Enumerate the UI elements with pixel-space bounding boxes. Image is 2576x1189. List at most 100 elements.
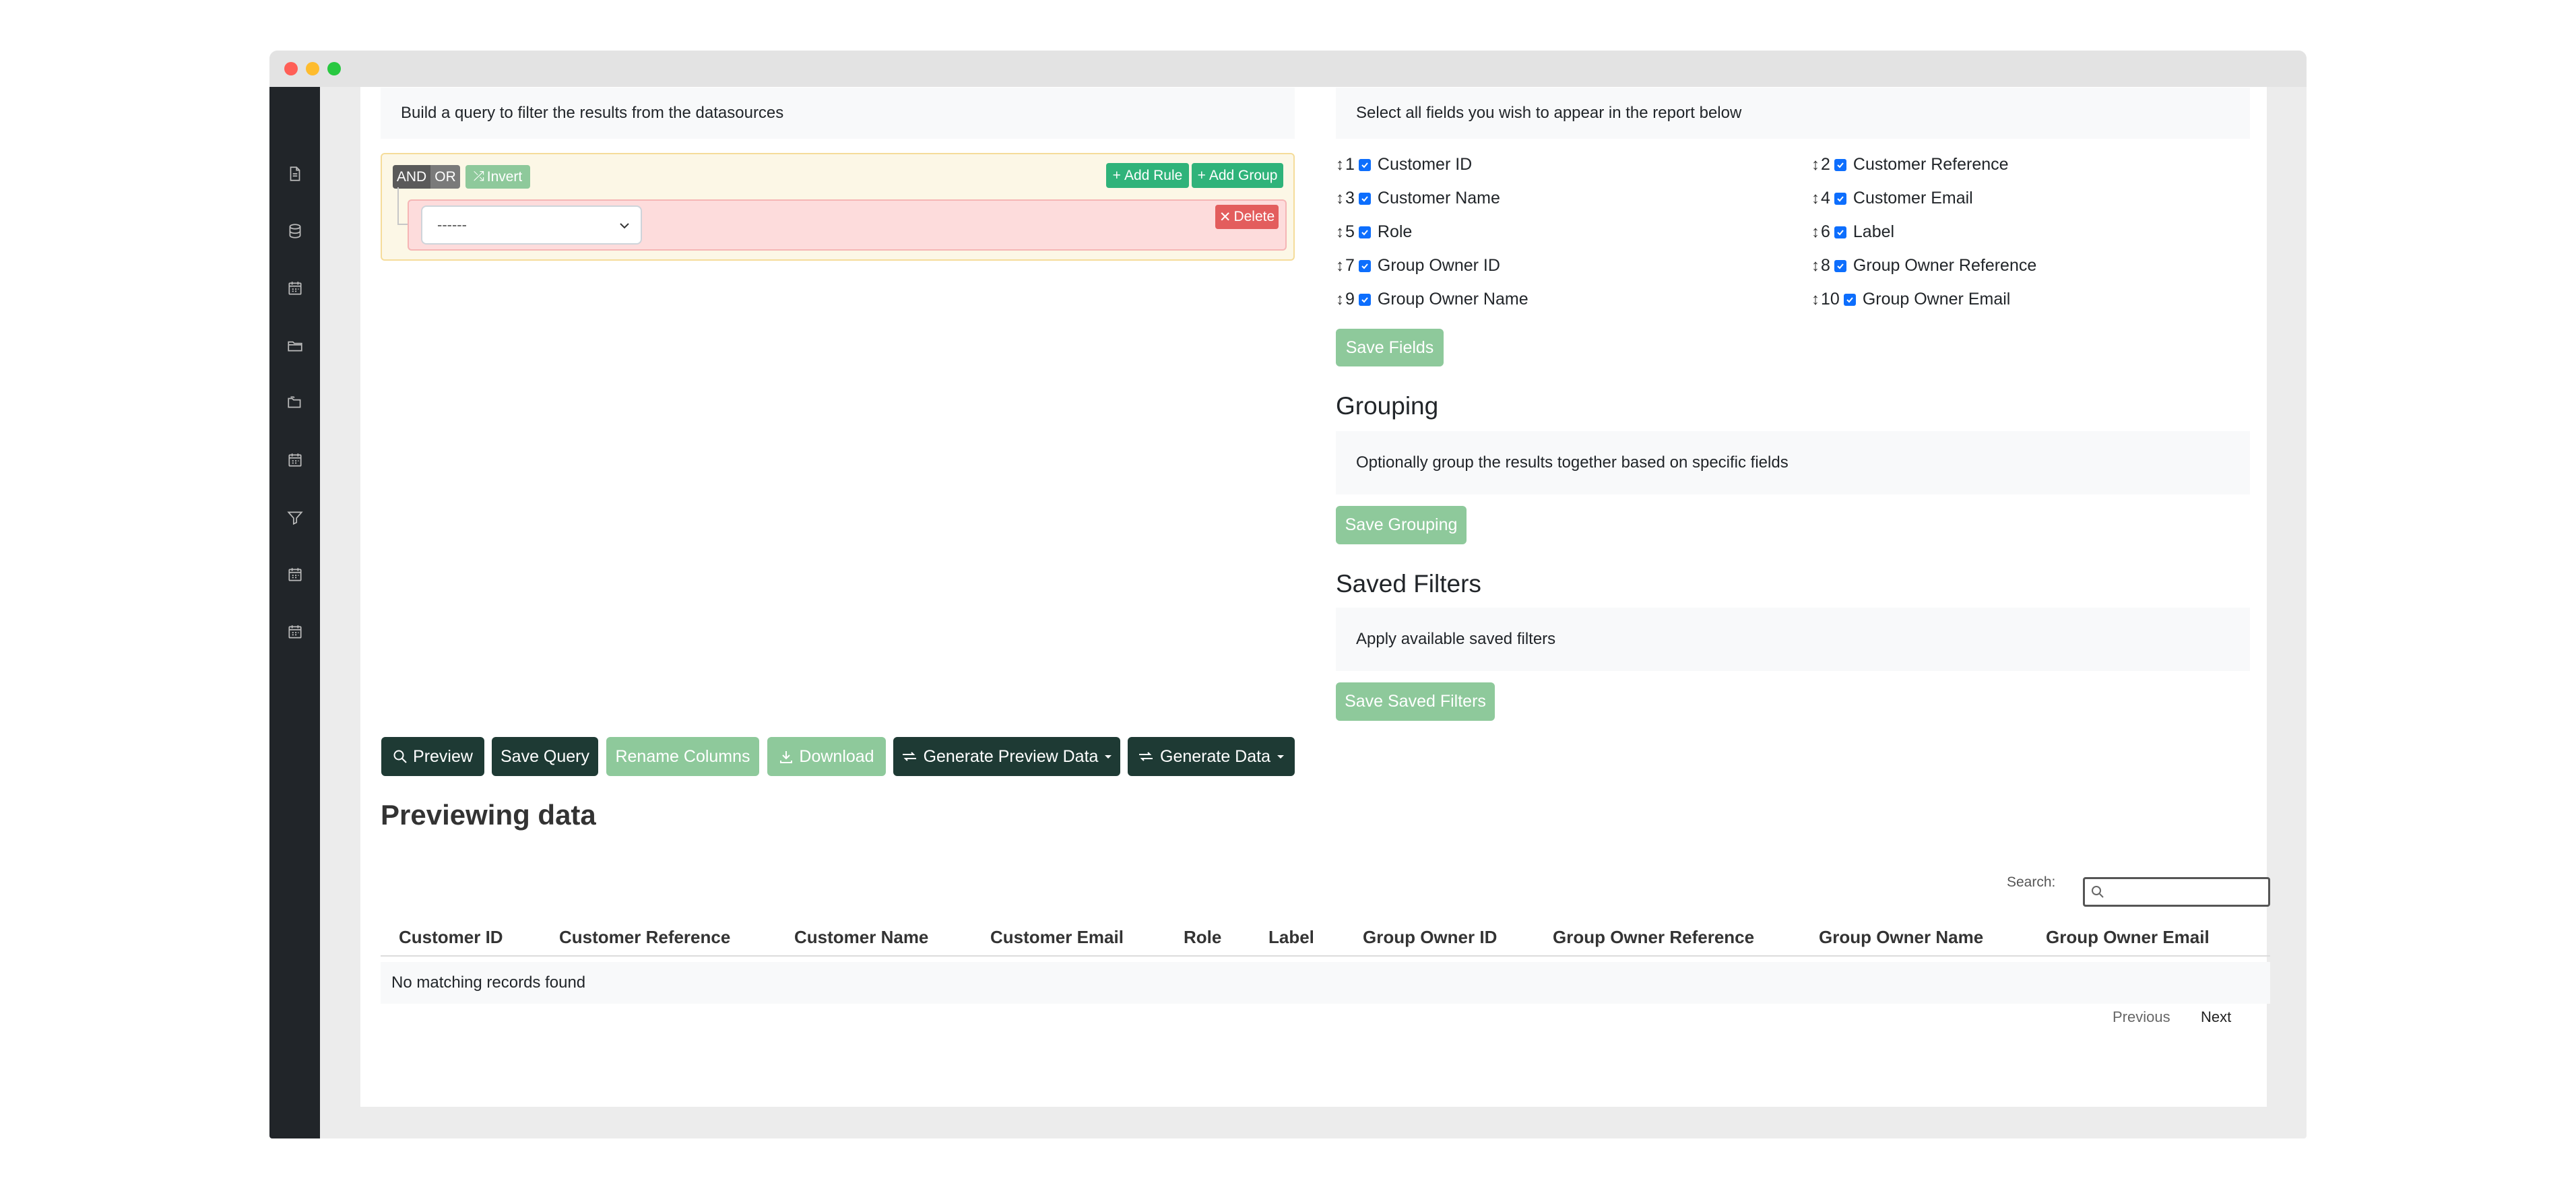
field-checkbox[interactable] [1358, 192, 1371, 205]
invert-button[interactable]: ⤮ Invert [465, 165, 530, 189]
column-header[interactable]: Customer Reference [559, 927, 730, 948]
calendar-icon[interactable] [286, 566, 304, 583]
saved-filters-intro: Apply available saved filters [1336, 608, 2250, 671]
previous-page-button[interactable]: Previous [2113, 1008, 2170, 1026]
field-number: 6 [1821, 222, 1830, 241]
invert-label: Invert [486, 168, 523, 185]
field-label: Customer Reference [1853, 155, 2009, 174]
next-page-button[interactable]: Next [2201, 1008, 2231, 1026]
column-header[interactable]: Customer Name [794, 927, 928, 948]
search-input[interactable] [2083, 877, 2270, 907]
drag-handle-icon[interactable]: ↕ [1336, 257, 1344, 276]
rule-field-select-value: ------ [437, 216, 467, 233]
drag-handle-icon[interactable]: ↕ [1811, 189, 1820, 208]
drag-handle-icon[interactable]: ↕ [1336, 290, 1344, 309]
field-checkbox[interactable] [1358, 293, 1371, 306]
save-saved-filters-button[interactable]: Save Saved Filters [1336, 682, 1495, 721]
preview-button[interactable]: Preview [381, 737, 484, 776]
field-checkbox[interactable] [1834, 226, 1846, 238]
drag-handle-icon[interactable]: ↕ [1336, 156, 1344, 174]
drag-handle-icon[interactable]: ↕ [1336, 223, 1344, 242]
filter-icon[interactable] [286, 509, 304, 526]
caret-down-icon [1105, 755, 1112, 759]
calendar-icon[interactable] [286, 451, 304, 469]
drag-handle-icon[interactable]: ↕ [1811, 156, 1820, 174]
drag-handle-icon[interactable]: ↕ [1811, 257, 1820, 276]
drag-handle-icon[interactable]: ↕ [1336, 189, 1344, 208]
field-item[interactable]: ↕ 3 Customer Name [1336, 189, 1500, 208]
field-checkbox[interactable] [1834, 259, 1846, 272]
field-number: 9 [1345, 290, 1355, 309]
column-header[interactable]: Customer ID [399, 927, 503, 948]
field-checkbox[interactable] [1358, 259, 1371, 272]
generate-data-button[interactable]: Generate Data [1128, 737, 1295, 776]
column-header[interactable]: Customer Email [990, 927, 1124, 948]
close-window-button[interactable] [284, 62, 298, 75]
plus-icon: + [1112, 167, 1121, 183]
save-fields-button[interactable]: Save Fields [1336, 329, 1444, 366]
column-header[interactable]: Group Owner ID [1363, 927, 1497, 948]
field-number: 8 [1821, 256, 1830, 275]
generate-data-label: Generate Data [1160, 746, 1270, 766]
search-label: Search: [2007, 874, 2056, 890]
field-label: Group Owner ID [1377, 256, 1500, 275]
field-number: 7 [1345, 256, 1355, 275]
column-header[interactable]: Group Owner Name [1819, 927, 1983, 948]
drag-handle-icon[interactable]: ↕ [1811, 223, 1820, 242]
field-checkbox[interactable] [1834, 158, 1846, 171]
maximize-window-button[interactable] [327, 62, 341, 75]
delete-rule-button[interactable]: ✕ Delete [1215, 205, 1279, 229]
folder-icon[interactable] [286, 337, 304, 354]
title-bar [269, 51, 2307, 87]
search-icon [393, 750, 407, 763]
field-item[interactable]: ↕ 5 Role [1336, 222, 1412, 242]
field-checkbox[interactable] [1358, 226, 1371, 238]
download-button[interactable]: Download [767, 737, 886, 776]
add-rule-button[interactable]: + Add Rule [1106, 163, 1189, 188]
or-toggle[interactable]: OR [430, 165, 460, 189]
drag-handle-icon[interactable]: ↕ [1811, 290, 1820, 309]
field-label: Customer Name [1377, 189, 1500, 207]
field-item[interactable]: ↕ 9 Group Owner Name [1336, 290, 1528, 309]
field-number: 5 [1345, 222, 1355, 241]
minimize-window-button[interactable] [306, 62, 319, 75]
column-header[interactable]: Label [1268, 927, 1314, 948]
column-header[interactable]: Group Owner Email [2046, 927, 2210, 948]
table-header-divider [381, 955, 2270, 957]
field-item[interactable]: ↕ 4 Customer Email [1811, 189, 1973, 208]
sidebar [269, 87, 320, 1138]
add-rule-label: Add Rule [1124, 167, 1183, 183]
field-item[interactable]: ↕ 2 Customer Reference [1811, 155, 2009, 174]
rule-field-select[interactable]: ------ [421, 205, 642, 245]
field-number: 2 [1821, 155, 1830, 174]
field-item[interactable]: ↕ 6 Label [1811, 222, 1894, 242]
field-item[interactable]: ↕ 8 Group Owner Reference [1811, 256, 2036, 276]
save-grouping-button[interactable]: Save Grouping [1336, 506, 1467, 544]
rename-columns-button[interactable]: Rename Columns [606, 737, 759, 776]
field-checkbox[interactable] [1358, 158, 1371, 171]
generate-preview-data-button[interactable]: Generate Preview Data [893, 737, 1120, 776]
refresh-icon [1139, 752, 1153, 761]
field-checkbox[interactable] [1834, 192, 1846, 205]
calendar-icon[interactable] [286, 623, 304, 641]
calendar-icon[interactable] [286, 280, 304, 297]
preview-title: Previewing data [381, 799, 596, 831]
file-icon[interactable] [286, 165, 304, 183]
folders-icon[interactable] [286, 394, 304, 412]
plus-icon: + [1197, 167, 1206, 183]
field-item[interactable]: ↕ 7 Group Owner ID [1336, 256, 1500, 276]
refresh-icon [902, 752, 916, 761]
and-toggle[interactable]: AND [393, 165, 430, 189]
field-item[interactable]: ↕ 1 Customer ID [1336, 155, 1472, 174]
save-query-button[interactable]: Save Query [492, 737, 598, 776]
field-checkbox[interactable] [1843, 293, 1856, 306]
grouping-intro: Optionally group the results together ba… [1336, 431, 2250, 494]
fields-intro: Select all fields you wish to appear in … [1336, 88, 2250, 139]
database-icon[interactable] [286, 222, 304, 240]
column-header[interactable]: Role [1184, 927, 1221, 948]
saved-filters-title: Saved Filters [1336, 570, 1481, 598]
add-group-button[interactable]: + Add Group [1192, 163, 1283, 188]
field-item[interactable]: ↕ 10 Group Owner Email [1811, 290, 2010, 309]
column-header[interactable]: Group Owner Reference [1553, 927, 1754, 948]
field-number: 3 [1345, 189, 1355, 207]
